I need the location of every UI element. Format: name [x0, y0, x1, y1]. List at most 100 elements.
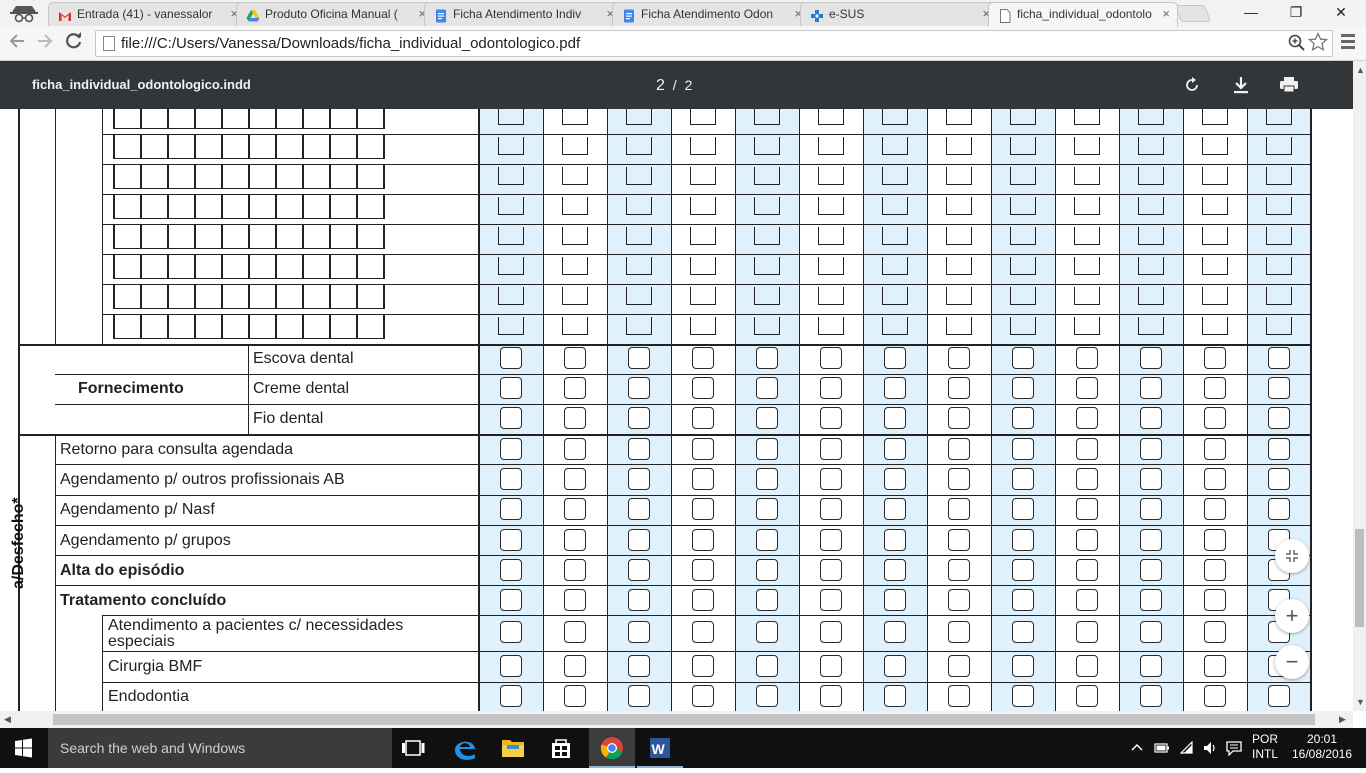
patient-checkbox[interactable]	[756, 438, 778, 460]
patient-checkbox[interactable]	[1012, 621, 1034, 643]
patient-checkbox[interactable]	[500, 529, 522, 551]
patient-checkbox[interactable]	[564, 685, 586, 707]
patient-checkbox[interactable]	[820, 685, 842, 707]
patient-checkbox[interactable]	[1076, 407, 1098, 429]
patient-checkbox[interactable]	[628, 347, 650, 369]
patient-checkbox[interactable]	[1140, 621, 1162, 643]
patient-checkbox[interactable]	[564, 498, 586, 520]
code-mini-box[interactable]	[1202, 287, 1228, 305]
patient-checkbox[interactable]	[884, 377, 906, 399]
patient-checkbox[interactable]	[820, 407, 842, 429]
code-mini-box[interactable]	[1138, 287, 1164, 305]
code-mini-box[interactable]	[1266, 197, 1292, 215]
code-mini-box[interactable]	[562, 137, 588, 155]
minimize-button[interactable]: —	[1228, 0, 1274, 26]
patient-checkbox[interactable]	[1012, 559, 1034, 581]
code-mini-box[interactable]	[1010, 167, 1036, 185]
taskbar-search-box[interactable]: Search the web and Windows	[48, 728, 392, 768]
patient-checkbox[interactable]	[948, 407, 970, 429]
code-mini-box[interactable]	[754, 257, 780, 275]
code-mini-box[interactable]	[562, 167, 588, 185]
patient-checkbox[interactable]	[820, 347, 842, 369]
patient-checkbox[interactable]	[1204, 685, 1226, 707]
patient-checkbox[interactable]	[500, 377, 522, 399]
patient-checkbox[interactable]	[1012, 468, 1034, 490]
patient-checkbox[interactable]	[564, 621, 586, 643]
patient-checkbox[interactable]	[564, 438, 586, 460]
patient-checkbox[interactable]	[564, 529, 586, 551]
patient-checkbox[interactable]	[1140, 377, 1162, 399]
patient-checkbox[interactable]	[500, 498, 522, 520]
code-mini-box[interactable]	[1138, 197, 1164, 215]
chrome-menu-icon[interactable]	[1341, 34, 1355, 52]
forward-button[interactable]	[34, 32, 56, 54]
patient-checkbox[interactable]	[884, 559, 906, 581]
patient-checkbox[interactable]	[756, 589, 778, 611]
patient-checkbox[interactable]	[628, 655, 650, 677]
patient-checkbox[interactable]	[884, 621, 906, 643]
patient-checkbox[interactable]	[948, 621, 970, 643]
code-mini-box[interactable]	[818, 287, 844, 305]
fit-page-button[interactable]	[1275, 539, 1309, 573]
code-mini-box[interactable]	[498, 167, 524, 185]
current-page[interactable]: 2	[656, 77, 665, 94]
patient-checkbox[interactable]	[1076, 655, 1098, 677]
patient-checkbox[interactable]	[884, 438, 906, 460]
patient-checkbox[interactable]	[1140, 685, 1162, 707]
patient-checkbox[interactable]	[756, 621, 778, 643]
code-mini-box[interactable]	[562, 317, 588, 335]
patient-checkbox[interactable]	[628, 589, 650, 611]
code-mini-box[interactable]	[1010, 287, 1036, 305]
code-mini-box[interactable]	[1010, 137, 1036, 155]
code-mini-box[interactable]	[818, 197, 844, 215]
code-entry-field[interactable]	[113, 315, 385, 339]
patient-checkbox[interactable]	[564, 655, 586, 677]
code-mini-box[interactable]	[562, 287, 588, 305]
code-mini-box[interactable]	[690, 287, 716, 305]
patient-checkbox[interactable]	[884, 407, 906, 429]
patient-checkbox[interactable]	[692, 589, 714, 611]
patient-checkbox[interactable]	[756, 407, 778, 429]
code-mini-box[interactable]	[818, 137, 844, 155]
patient-checkbox[interactable]	[628, 407, 650, 429]
patient-checkbox[interactable]	[756, 468, 778, 490]
patient-checkbox[interactable]	[1140, 498, 1162, 520]
patient-checkbox[interactable]	[948, 529, 970, 551]
file-explorer-icon[interactable]	[490, 728, 536, 768]
patient-checkbox[interactable]	[500, 621, 522, 643]
patient-checkbox[interactable]	[1204, 529, 1226, 551]
patient-checkbox[interactable]	[1012, 347, 1034, 369]
code-mini-box[interactable]	[1074, 109, 1100, 125]
patient-checkbox[interactable]	[1140, 438, 1162, 460]
patient-checkbox[interactable]	[948, 498, 970, 520]
scroll-right-arrow-icon[interactable]: ▶	[1339, 714, 1346, 725]
patient-checkbox[interactable]	[948, 347, 970, 369]
scroll-down-arrow-icon[interactable]: ▼	[1356, 697, 1365, 707]
patient-checkbox[interactable]	[884, 498, 906, 520]
patient-checkbox[interactable]	[692, 621, 714, 643]
code-mini-box[interactable]	[1010, 109, 1036, 125]
code-mini-box[interactable]	[946, 317, 972, 335]
browser-tab[interactable]: ficha_individual_odontolo ×	[988, 2, 1178, 27]
patient-checkbox[interactable]	[1076, 621, 1098, 643]
taskbar-word-button[interactable]: W	[637, 728, 683, 768]
code-mini-box[interactable]	[754, 197, 780, 215]
code-mini-box[interactable]	[1266, 317, 1292, 335]
patient-checkbox[interactable]	[1204, 347, 1226, 369]
patient-checkbox[interactable]	[756, 498, 778, 520]
code-mini-box[interactable]	[690, 109, 716, 125]
code-mini-box[interactable]	[818, 167, 844, 185]
patient-checkbox[interactable]	[756, 347, 778, 369]
code-mini-box[interactable]	[626, 167, 652, 185]
patient-checkbox[interactable]	[500, 559, 522, 581]
patient-checkbox[interactable]	[1204, 621, 1226, 643]
zoom-out-button[interactable]: −	[1275, 645, 1309, 679]
patient-checkbox[interactable]	[1140, 655, 1162, 677]
patient-checkbox[interactable]	[948, 655, 970, 677]
patient-checkbox[interactable]	[820, 438, 842, 460]
code-mini-box[interactable]	[1138, 317, 1164, 335]
patient-checkbox[interactable]	[948, 589, 970, 611]
patient-checkbox[interactable]	[564, 377, 586, 399]
pdf-page-area[interactable]: Fornecimento Escova dental Creme dental …	[0, 109, 1353, 711]
patient-checkbox[interactable]	[1204, 559, 1226, 581]
